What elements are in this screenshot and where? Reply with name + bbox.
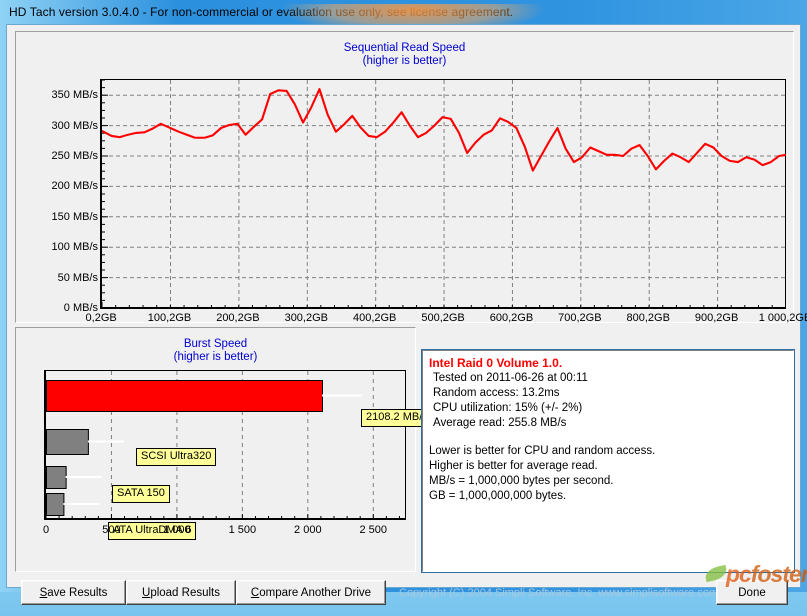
sequential-x-axis: 0,2GB 100,2GB 200,2GB 300,2GB 400,2GB 500,2GB…	[86, 312, 807, 328]
info-note-1: Lower is better for CPU and random acces…	[429, 445, 656, 457]
burst-speed-svg	[45, 371, 400, 519]
sequential-x-tick-label: 200,2GB	[216, 312, 260, 324]
save-results-button[interactable]: Save Results	[21, 580, 126, 605]
burst-ref-callout-scsi: SCSI Ultra320	[136, 448, 217, 466]
burst-x-tick-label: 1 000	[163, 524, 191, 536]
upload-results-rest: pload Results	[150, 586, 220, 599]
sequential-x-tick-label: 800,2GB	[626, 312, 670, 324]
burst-speed-title-line1: Burst Speed	[183, 338, 248, 350]
drive-info-panel: Intel Raid 0 Volume 1.0. Tested on 2011-…	[421, 349, 795, 573]
hd-tach-window: HD Tach version 3.0.4.0 - For non-commer…	[0, 0, 807, 605]
burst-speed-panel: Burst Speed (higher is better) 2108.2 MB…	[15, 327, 433, 572]
sequential-read-title-line2: (higher is better)	[362, 55, 447, 67]
burst-speed-title: Burst Speed (higher is better)	[16, 338, 415, 364]
burst-x-tick-label: 500	[102, 524, 121, 536]
burst-x-axis: 0 500 1 000 1 500 2 000 2 500	[42, 524, 416, 540]
client-area: Sequential Read Speed (higher is better)…	[6, 24, 807, 605]
compare-drive-label: Compare Another Drive	[251, 587, 371, 599]
sequential-read-title-line1: Sequential Read Speed	[343, 42, 466, 54]
info-note-2: Higher is better for average read.	[429, 460, 598, 472]
random-access: Random access: 13.2ms	[433, 387, 560, 399]
burst-x-tick-label: 0	[42, 524, 50, 536]
title-bar[interactable]: HD Tach version 3.0.4.0 - For non-commer…	[0, 0, 807, 23]
save-results-label: Save Results	[40, 587, 108, 599]
save-results-rest: ave Results	[47, 586, 108, 599]
sequential-read-svg	[102, 80, 786, 308]
sequential-y-tick-label: 200 MB/s	[51, 180, 98, 193]
sequential-x-tick-label: 300,2GB	[284, 312, 328, 324]
sequential-y-tick-label: 250 MB/s	[51, 150, 98, 162]
cpu-utilization: CPU utilization: 15% (+/- 2%)	[433, 402, 583, 414]
burst-x-tick-label: 2 500	[359, 524, 388, 536]
sequential-y-tick-label: 350 MB/s	[51, 89, 98, 102]
copyright-text: Copyright (C) 2004 Simpli Software, Inc.…	[399, 587, 719, 599]
sequential-read-plot	[100, 79, 786, 309]
sequential-gridlines	[102, 80, 786, 308]
sequential-y-tick-label: 300 MB/s	[51, 119, 98, 132]
compare-drive-button[interactable]: Compare Another Drive	[236, 580, 386, 605]
burst-x-tick-label: 1 500	[228, 524, 257, 536]
done-button[interactable]: Done	[716, 580, 788, 605]
average-read: Average read: 255.8 MB/s	[433, 417, 567, 429]
sequential-x-tick-label: 900,2GB	[694, 312, 739, 324]
sequential-y-tick-label: 100 MB/s	[51, 241, 98, 254]
burst-speed-plot	[44, 370, 406, 520]
info-note-4: GB = 1,000,000,000 bytes.	[429, 490, 567, 502]
done-label: Done	[738, 586, 766, 599]
sequential-x-tick-label: 0,2GB	[85, 312, 117, 324]
burst-speed-title-line2: (higher is better)	[173, 351, 258, 363]
sequential-y-tick-label: 150 MB/s	[51, 210, 98, 223]
sequential-read-title: Sequential Read Speed (higher is better)	[16, 42, 793, 68]
sequential-y-axis: 0 MB/s 50 MB/s 100 MB/s 150 MB/s 200 MB/s 250…	[24, 79, 98, 314]
sequential-x-tick-label: 400,2GB	[352, 312, 397, 324]
sequential-y-tick-label: 50 MB/s	[57, 271, 98, 284]
button-bar: Save Results Upload Results Compare Anot…	[7, 576, 802, 616]
sequential-x-tick-label: 100,2GB	[147, 312, 192, 324]
sequential-read-panel: Sequential Read Speed (higher is better)…	[15, 31, 807, 324]
sequential-x-tick-label: 700,2GB	[558, 312, 602, 324]
tested-on: Tested on 2011-06-26 at 00:11	[433, 372, 588, 384]
burst-x-tick-label: 2 000	[294, 524, 322, 536]
upload-results-button[interactable]: Upload Results	[126, 580, 236, 605]
sequential-x-tick-label: 600,2GB	[489, 312, 534, 324]
burst-ref-callout-sata: SATA 150	[112, 485, 170, 503]
upload-results-label: Upload Results	[142, 587, 220, 599]
window-title: HD Tach version 3.0.4.0 - For non-commer…	[9, 4, 514, 19]
sequential-x-tick-label: 500,2GB	[421, 312, 465, 324]
sequential-x-tick-label: 1 000,2GB	[758, 312, 807, 324]
drive-name: Intel Raid 0 Volume 1.0.	[429, 356, 563, 370]
compare-drive-accel: C	[250, 586, 260, 599]
info-note-3: MB/s = 1,000,000 bytes per second.	[429, 475, 614, 487]
compare-drive-rest: ompare Another Drive	[259, 586, 372, 599]
